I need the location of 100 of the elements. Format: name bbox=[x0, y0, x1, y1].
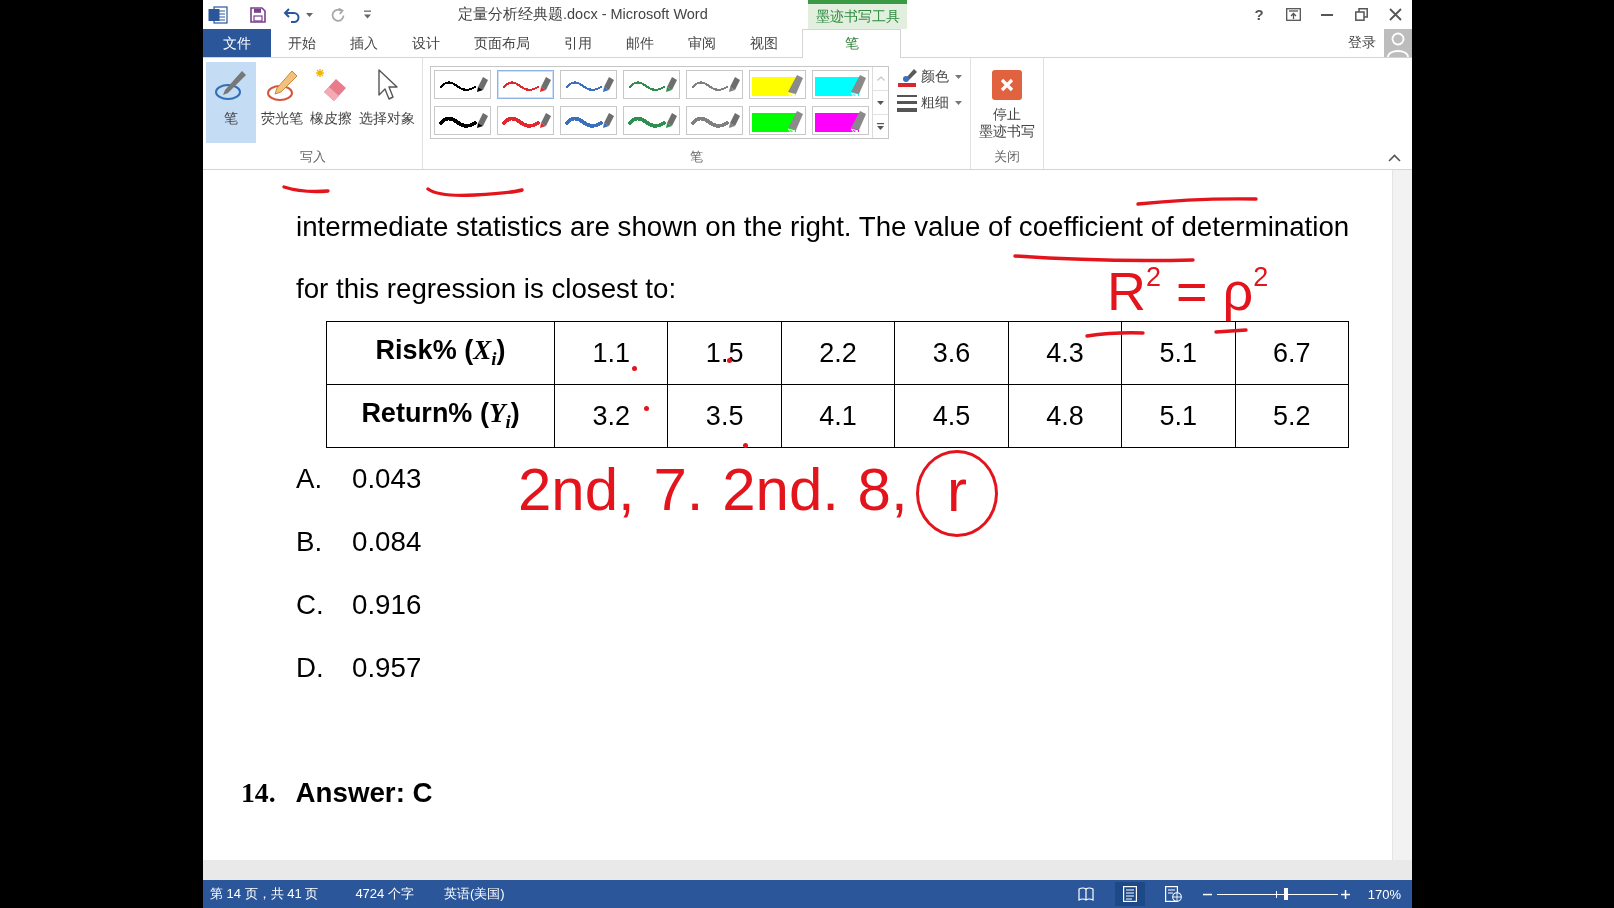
caret-icon[interactable] bbox=[363, 10, 372, 19]
pen-icon bbox=[666, 77, 677, 92]
ink-stroke bbox=[1213, 325, 1249, 337]
pen-icon bbox=[666, 113, 677, 128]
line-weight-icon bbox=[897, 93, 917, 113]
app-icon[interactable] bbox=[208, 5, 228, 24]
ribbon-tab[interactable]: 邮件 bbox=[609, 29, 671, 57]
table-cell: 4.5 bbox=[894, 384, 1009, 448]
question-text: for this regression is closest to: bbox=[296, 273, 677, 305]
pen-icon bbox=[214, 68, 248, 102]
caret-icon bbox=[955, 75, 962, 79]
restore-icon[interactable] bbox=[1354, 8, 1368, 21]
ribbon-tab[interactable]: 审阅 bbox=[671, 29, 733, 57]
sign-in-link[interactable]: 登录 bbox=[1348, 34, 1376, 52]
option-letter: D. bbox=[296, 650, 325, 685]
caret-icon[interactable] bbox=[306, 12, 313, 17]
ribbon-tab[interactable]: 视图 bbox=[733, 29, 795, 57]
pen-icon bbox=[477, 113, 488, 128]
question-number: 14. bbox=[241, 775, 276, 810]
window-title: 定量分析经典题.docx - Microsoft Word bbox=[458, 5, 708, 24]
ribbon-tab[interactable]: 开始 bbox=[271, 29, 333, 57]
ribbon-tab[interactable]: 设计 bbox=[395, 29, 457, 57]
table-cell: 5.2 bbox=[1235, 384, 1349, 448]
ribbon-display-icon[interactable] bbox=[1285, 8, 1301, 21]
select-objects-button[interactable]: 选择对象 bbox=[357, 62, 417, 143]
ribbon-tab[interactable]: 页面布局 bbox=[457, 29, 547, 57]
ink-dot bbox=[743, 443, 748, 448]
pen-icon bbox=[540, 113, 551, 128]
close-icon[interactable] bbox=[1388, 8, 1402, 21]
ribbon-tab[interactable]: 插入 bbox=[333, 29, 395, 57]
file-menu-tab[interactable]: 文件 bbox=[203, 29, 271, 57]
table-cell: 4.3 bbox=[1008, 321, 1122, 385]
word-count[interactable]: 4724 个字 bbox=[355, 885, 414, 903]
ribbon-tab[interactable]: 笔 bbox=[802, 29, 901, 58]
highlighter-icon bbox=[265, 68, 299, 102]
pen-style-option[interactable] bbox=[434, 70, 491, 99]
table-cell: 4.8 bbox=[1008, 384, 1122, 448]
ink-dot bbox=[727, 358, 732, 363]
chevron-up-icon bbox=[876, 76, 885, 81]
help-button[interactable]: ? bbox=[1254, 6, 1264, 23]
stop-inking-button[interactable]: 停止 墨迹书写 bbox=[976, 62, 1038, 143]
pen-icon bbox=[603, 113, 614, 128]
print-layout-button[interactable] bbox=[1114, 882, 1145, 906]
pen-icon bbox=[603, 77, 614, 92]
option-letter: B. bbox=[296, 525, 324, 559]
pen-tool-button[interactable]: 笔 bbox=[206, 62, 256, 143]
table-cell: 1.1 bbox=[554, 321, 668, 385]
question-text: intermediate statistics are shown on the right. The value of coefficient of determination bbox=[296, 210, 1350, 242]
vertical-scrollbar[interactable] bbox=[1392, 170, 1412, 860]
pen-weight-button[interactable]: 粗细 bbox=[895, 92, 964, 114]
option-value: 0.084 bbox=[352, 525, 422, 559]
caret-icon bbox=[877, 100, 884, 105]
option-letter: A. bbox=[296, 462, 324, 497]
pen-icon bbox=[729, 77, 740, 92]
expand-icon bbox=[877, 123, 884, 130]
chevron-up-icon[interactable] bbox=[1388, 154, 1401, 162]
circled-handwritten-letter: r bbox=[916, 450, 998, 537]
language-status[interactable]: 英语(美国) bbox=[443, 885, 505, 903]
table-cell: 4.1 bbox=[781, 384, 895, 448]
page-count[interactable]: 第 14 页，共 41 页 bbox=[210, 885, 319, 903]
caret-icon bbox=[955, 101, 962, 105]
pen-color-icon bbox=[897, 67, 917, 87]
zoom-percentage[interactable]: 170% bbox=[1367, 886, 1401, 902]
eraser-icon bbox=[314, 68, 348, 102]
ink-underline bbox=[281, 183, 331, 195]
table-cell: 3.5 bbox=[667, 384, 782, 448]
pen-icon bbox=[540, 77, 551, 92]
group-label: 笔 bbox=[689, 148, 704, 166]
contextual-tab-header: 墨迹书写工具 bbox=[808, 0, 907, 29]
pen-color-button[interactable]: 颜色 bbox=[895, 66, 964, 88]
pen-icon bbox=[729, 113, 740, 128]
book-icon bbox=[1077, 887, 1094, 901]
pen-icon bbox=[477, 77, 488, 92]
ink-dot bbox=[644, 406, 649, 411]
save-icon[interactable] bbox=[250, 6, 266, 23]
minimize-icon[interactable] bbox=[1321, 13, 1333, 16]
undo-icon[interactable] bbox=[283, 6, 300, 23]
zoom-in-icon[interactable] bbox=[1340, 889, 1350, 899]
highlighter-tool-button[interactable]: 荧光笔 bbox=[259, 62, 305, 143]
option-value: 0.043 bbox=[352, 462, 422, 497]
ink-dot bbox=[632, 366, 637, 371]
table-cell: 3.2 bbox=[554, 384, 668, 448]
answer-heading: Answer: C bbox=[295, 775, 433, 810]
ink-stroke bbox=[1084, 328, 1146, 340]
row-header-cell: Risk% (X$_{i}$) bbox=[326, 321, 555, 385]
ribbon-tab[interactable]: 引用 bbox=[547, 29, 609, 57]
page-icon bbox=[1122, 886, 1137, 902]
option-letter: C. bbox=[296, 587, 325, 622]
group-label: 关闭 bbox=[993, 148, 1021, 166]
table-cell: 3.6 bbox=[894, 321, 1009, 385]
row-header-cell: Return% (Y$_{i}$) bbox=[326, 384, 555, 448]
table-cell: 5.1 bbox=[1121, 384, 1236, 448]
pen-style-option[interactable] bbox=[434, 106, 491, 135]
table-cell: 1.5 bbox=[667, 321, 782, 385]
table-cell: 5.1 bbox=[1121, 321, 1236, 385]
web-page-icon bbox=[1165, 886, 1183, 902]
eraser-tool-button[interactable]: 橡皮擦 bbox=[308, 62, 354, 143]
option-value: 0.916 bbox=[352, 587, 422, 622]
zoom-slider-thumb[interactable] bbox=[1283, 888, 1288, 900]
close-icon bbox=[992, 70, 1022, 100]
